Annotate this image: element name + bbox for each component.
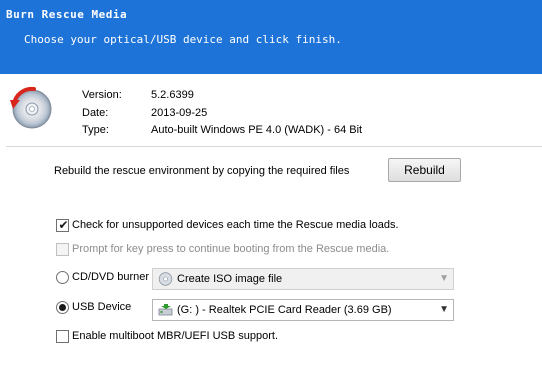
cd-dvd-radio[interactable] — [56, 271, 69, 284]
usb-device-select-value: (G: ) - Realtek PCIE Card Reader (3.69 G… — [177, 304, 392, 316]
chevron-down-icon: ▼ — [439, 304, 449, 315]
type-label: Type: — [82, 124, 109, 136]
usb-device-radio[interactable] — [56, 301, 69, 314]
enable-multiboot-checkbox[interactable] — [56, 330, 69, 343]
enable-multiboot-label[interactable]: Enable multiboot MBR/UEFI USB support. — [72, 330, 278, 342]
header-subtitle: Choose your optical/USB device and click… — [24, 33, 342, 46]
header-title: Burn Rescue Media — [6, 8, 128, 21]
type-value: Auto-built Windows PE 4.0 (WADK) - 64 Bi… — [151, 124, 363, 136]
cd-dvd-select-value: Create ISO image file — [177, 273, 283, 285]
usb-device-select[interactable]: (G: ) - Realtek PCIE Card Reader (3.69 G… — [152, 299, 454, 321]
version-label: Version: — [82, 89, 122, 101]
disc-icon — [158, 272, 173, 286]
rebuild-button[interactable]: Rebuild — [388, 158, 461, 182]
version-value: 5.2.6399 — [151, 89, 194, 101]
section-divider — [6, 146, 542, 147]
date-label: Date: — [82, 107, 109, 119]
wizard-header: Burn Rescue Media Choose your optical/US… — [0, 0, 542, 74]
usb-drive-icon — [158, 304, 173, 316]
rescue-disc-icon — [10, 86, 52, 129]
rebuild-description: Rebuild the rescue environment by copyin… — [54, 165, 350, 177]
cd-dvd-select[interactable]: Create ISO image file ▼ — [152, 268, 454, 290]
cd-dvd-label[interactable]: CD/DVD burner — [72, 271, 149, 283]
check-unsupported-label[interactable]: Check for unsupported devices each time … — [72, 219, 399, 231]
date-value: 2013-09-25 — [151, 107, 208, 119]
usb-device-label[interactable]: USB Device — [72, 301, 131, 313]
chevron-down-icon: ▼ — [439, 273, 449, 284]
checkmark-icon: ✔ — [58, 218, 69, 232]
radio-selected-dot — [59, 304, 66, 311]
prompt-key-checkbox[interactable] — [56, 243, 69, 256]
prompt-key-label: Prompt for key press to continue booting… — [72, 243, 390, 255]
check-unsupported-checkbox[interactable]: ✔ — [56, 218, 69, 232]
